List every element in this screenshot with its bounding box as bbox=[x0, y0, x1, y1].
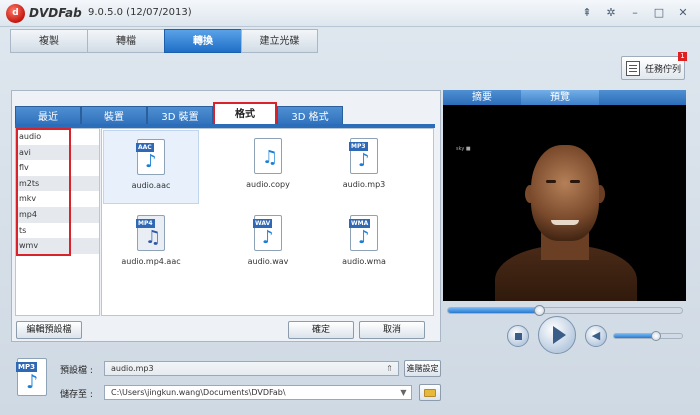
seek-progress bbox=[448, 308, 540, 313]
speaker-icon: ◀ bbox=[591, 329, 601, 342]
play-button[interactable] bbox=[538, 316, 576, 354]
seek-bar[interactable] bbox=[447, 305, 683, 316]
confirm-button[interactable]: 確定 bbox=[288, 321, 354, 339]
save-to-label: 儲存至 : bbox=[60, 390, 93, 400]
tab-creator[interactable]: 建立光碟 bbox=[241, 29, 318, 53]
seek-handle[interactable] bbox=[534, 305, 546, 316]
volume-handle[interactable] bbox=[651, 331, 662, 341]
profile-item-mp4-aac[interactable]: MP4 ♫ audio.mp4.aac bbox=[103, 207, 199, 281]
profile-label: audio.mp4.aac bbox=[121, 257, 181, 266]
profile-label: audio.copy bbox=[246, 180, 290, 189]
output-format-icon: MP3 ♪ bbox=[16, 358, 47, 396]
profile-field-value: audio.mp3 bbox=[111, 364, 154, 373]
stop-icon bbox=[514, 333, 522, 340]
pin-icon[interactable]: ⇞ bbox=[580, 6, 594, 20]
title-bar: d DVDFab 9.0.5.0 (12/07/2013) ⇞ ✲ – □ ✕ bbox=[0, 0, 700, 27]
profile-field-label: 預設檔 : bbox=[60, 366, 93, 376]
task-queue-button[interactable]: 任務佇列 bbox=[621, 56, 685, 80]
list-item[interactable]: avi bbox=[16, 144, 99, 161]
volume-level bbox=[614, 334, 657, 338]
video-file-icon: MP4 ♫ bbox=[136, 215, 165, 251]
folder-icon bbox=[424, 389, 436, 397]
audio-file-icon: WAV ♪ bbox=[253, 215, 282, 251]
channel-watermark: sky ■ bbox=[456, 146, 471, 152]
list-item[interactable]: m2ts bbox=[16, 175, 99, 192]
profile-field[interactable]: audio.mp3 ⇑ bbox=[104, 361, 399, 376]
list-item[interactable]: wmv bbox=[16, 238, 99, 254]
list-item[interactable]: audio bbox=[16, 129, 99, 145]
tab-copy[interactable]: 複製 bbox=[10, 29, 87, 53]
volume-slider[interactable] bbox=[613, 331, 683, 341]
profile-grid: AAC ♪ audio.aac ♫ audio.copy MP3 ♪ audio… bbox=[101, 128, 434, 316]
preview-tabs: 摘要 預覽 bbox=[443, 90, 686, 105]
profile-item-aac[interactable]: AAC ♪ audio.aac bbox=[103, 130, 199, 204]
tab-summary[interactable]: 摘要 bbox=[443, 90, 521, 105]
browse-folder-button[interactable] bbox=[419, 384, 441, 401]
stop-button[interactable] bbox=[507, 325, 529, 347]
task-list-icon bbox=[626, 60, 640, 76]
task-queue-label: 任務佇列 bbox=[645, 64, 682, 75]
list-item[interactable]: mp4 bbox=[16, 206, 99, 223]
cancel-button[interactable]: 取消 bbox=[359, 321, 425, 339]
audio-file-icon: AAC ♪ bbox=[136, 139, 165, 175]
profile-item-mp3[interactable]: MP3 ♪ audio.mp3 bbox=[316, 130, 412, 204]
close-icon[interactable]: ✕ bbox=[676, 6, 690, 20]
profile-item-wma[interactable]: WMA ♪ audio.wma bbox=[316, 207, 412, 281]
volume-button[interactable]: ◀ bbox=[585, 325, 607, 347]
maximize-icon[interactable]: □ bbox=[652, 6, 666, 20]
audio-file-icon: MP3 ♪ bbox=[349, 138, 378, 174]
list-item[interactable]: ts bbox=[16, 223, 99, 239]
profile-item-wav[interactable]: WAV ♪ audio.wav bbox=[220, 207, 316, 281]
advanced-settings-button[interactable]: 進階設定 bbox=[404, 360, 441, 377]
edit-profile-button[interactable]: 編輯預設檔 bbox=[16, 321, 82, 339]
list-item[interactable]: flv bbox=[16, 160, 99, 176]
dvdfab-window: d DVDFab 9.0.5.0 (12/07/2013) ⇞ ✲ – □ ✕ … bbox=[0, 0, 700, 415]
tab-preview[interactable]: 預覽 bbox=[521, 90, 599, 105]
list-item[interactable]: mkv bbox=[16, 191, 99, 207]
play-icon bbox=[553, 326, 566, 344]
dvdfab-logo-icon: d bbox=[6, 4, 25, 23]
profile-label: audio.wav bbox=[247, 257, 289, 266]
format-list: audio avi flv m2ts mkv mp4 ts wmv bbox=[15, 128, 100, 316]
profile-label: audio.aac bbox=[131, 181, 171, 190]
app-name: DVDFab bbox=[29, 6, 82, 20]
profile-label: audio.wma bbox=[342, 257, 386, 266]
audio-file-icon: WMA ♪ bbox=[349, 215, 378, 251]
profile-label: audio.mp3 bbox=[342, 180, 386, 189]
minimize-icon[interactable]: – bbox=[628, 6, 642, 20]
tab-ripper[interactable]: 轉檔 bbox=[87, 29, 164, 53]
collapse-arrow-icon[interactable]: ⇑ bbox=[384, 363, 395, 374]
window-controls: ⇞ ✲ – □ ✕ bbox=[580, 6, 690, 20]
audio-file-icon: ♫ bbox=[254, 138, 282, 174]
profile-item-copy[interactable]: ♫ audio.copy bbox=[220, 130, 316, 204]
save-path-field[interactable]: C:\Users\jingkun.wang\Documents\DVDFab\ … bbox=[104, 385, 412, 400]
video-preview: sky ■ bbox=[443, 105, 686, 301]
dropdown-arrow-icon[interactable]: ▼ bbox=[398, 387, 409, 398]
save-path-value: C:\Users\jingkun.wang\Documents\DVDFab\ bbox=[111, 388, 286, 397]
main-tabs: 複製 轉檔 轉換 建立光碟 bbox=[10, 29, 318, 53]
tab-converter[interactable]: 轉換 bbox=[164, 29, 241, 53]
settings-icon[interactable]: ✲ bbox=[604, 6, 618, 20]
app-version: 9.0.5.0 (12/07/2013) bbox=[88, 7, 192, 18]
task-count-badge: 1 bbox=[678, 52, 687, 61]
